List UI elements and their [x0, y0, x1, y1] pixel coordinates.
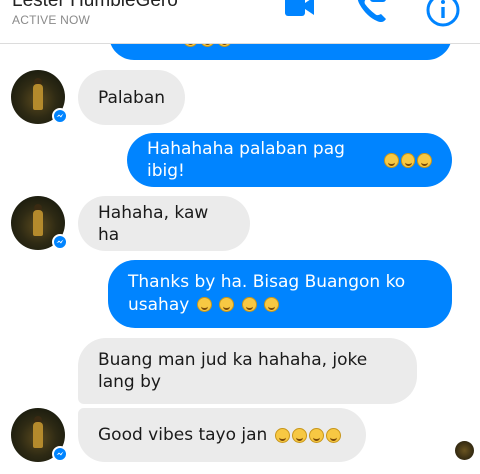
- messenger-badge-icon: [52, 234, 68, 250]
- contact-avatar[interactable]: [11, 408, 68, 462]
- video-camera-icon[interactable]: [284, 0, 316, 24]
- emoji-icon: [417, 152, 433, 168]
- message-bubble-incoming[interactable]: Good vibes tayo jan: [78, 408, 366, 462]
- message-text: Hahahaha palaban pag ibig!: [147, 139, 351, 181]
- emoji-icon: [196, 297, 212, 312]
- emoji-icon: [219, 297, 235, 312]
- emoji-icon: [291, 427, 307, 443]
- messenger-badge-icon: [52, 446, 68, 462]
- avatar-photo: [33, 84, 43, 110]
- messenger-badge-icon: [52, 108, 68, 124]
- message-text: Palaban: [98, 87, 166, 108]
- avatar-photo: [33, 422, 43, 448]
- emoji-icon: [384, 152, 399, 168]
- message-text: Hahaha, kaw ha: [98, 202, 214, 245]
- emoji-icon: [263, 297, 279, 312]
- contact-avatar[interactable]: [11, 70, 68, 124]
- chat-header: Lester HumbleGero ACTIVE NOW HD: [0, 0, 480, 44]
- message-list: Palaban Hahahaha palaban pag ibig! Hahah…: [0, 0, 480, 474]
- message-content: Thanks by ha. Bisag Buangon ko usahay: [128, 271, 432, 317]
- emoji-icon: [308, 427, 324, 443]
- message-bubble-incoming[interactable]: Buang man jud ka hahaha, joke lang by: [78, 338, 417, 404]
- emoji-icon: [400, 152, 416, 168]
- contact-avatar[interactable]: [11, 196, 68, 250]
- info-icon[interactable]: [425, 0, 461, 32]
- message-bubble-incoming[interactable]: Hahaha, kaw ha: [78, 196, 250, 251]
- emoji-icon: [274, 427, 290, 443]
- message-text: Good vibes tayo jan: [98, 425, 273, 445]
- seen-indicator-avatar: [455, 441, 474, 460]
- active-status: ACTIVE NOW: [12, 13, 91, 27]
- avatar-photo: [33, 210, 43, 236]
- emoji-icon: [241, 297, 257, 312]
- message-bubble-outgoing[interactable]: Hahahaha palaban pag ibig!: [127, 133, 452, 187]
- contact-name[interactable]: Lester HumbleGero: [12, 0, 178, 12]
- message-bubble-outgoing[interactable]: Thanks by ha. Bisag Buangon ko usahay: [108, 260, 452, 328]
- message-text: Buang man jud ka hahaha, joke lang by: [98, 350, 373, 392]
- phone-hd-icon[interactable]: HD: [355, 0, 389, 28]
- emoji-icon: [325, 427, 341, 443]
- message-bubble-incoming[interactable]: Palaban: [78, 70, 185, 125]
